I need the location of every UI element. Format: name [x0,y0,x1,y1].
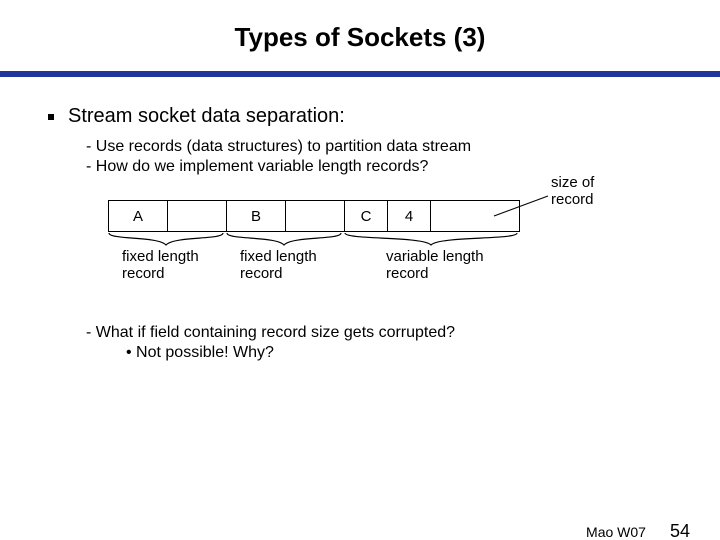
record-diagram: size ofrecord A B C 4 fixed lengthrecord… [86,190,672,300]
lower-bullet-2: • Not possible! Why? [126,344,672,362]
brace-3-label: variable lengthrecord [386,248,484,283]
footer: Mao W07 54 [586,521,690,540]
brace-1-label: fixed lengthrecord [122,248,199,283]
brace-2-label: fixed lengthrecord [240,248,317,283]
size-of-record-label: size ofrecord [551,174,594,209]
size-pointer-line [486,176,556,226]
sub-bullets: - Use records (data structures) to parti… [86,138,672,176]
content-area: Stream socket data separation: - Use rec… [0,77,720,362]
lower-bullet-1: - What if field containing record size g… [86,324,672,342]
brace-2 [226,232,342,246]
page-number: 54 [670,521,690,540]
cell-b: B [227,201,286,231]
top-bullet-text: Stream socket data separation: [68,105,345,128]
cell-a-pad [168,201,227,231]
top-bullet: Stream socket data separation: [48,105,672,128]
brace-3 [344,232,518,246]
record-boxes: A B C 4 [108,200,520,232]
cell-d: 4 [388,201,431,231]
lower-bullets: - What if field containing record size g… [86,324,672,362]
cell-a: A [109,201,168,231]
sub-bullet-1: - Use records (data structures) to parti… [86,138,672,156]
slide-title: Types of Sockets (3) [0,22,720,53]
cell-b-pad [286,201,345,231]
cell-c: C [345,201,388,231]
square-bullet-icon [48,114,54,120]
footer-text: Mao W07 [586,524,646,540]
brace-1 [108,232,224,246]
